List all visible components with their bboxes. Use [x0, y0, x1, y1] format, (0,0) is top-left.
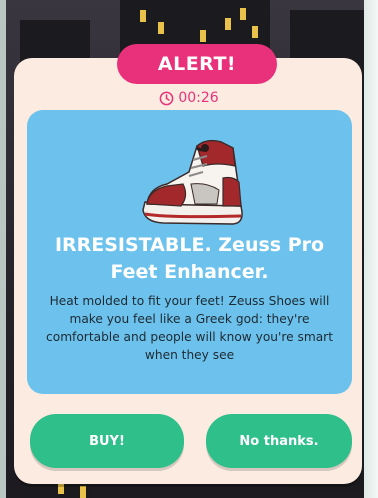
- clock-icon: [159, 91, 174, 105]
- alert-badge: ALERT!: [117, 44, 277, 84]
- building-window: [80, 486, 86, 498]
- countdown-timer: 00:26: [0, 88, 378, 108]
- buy-button[interactable]: BUY!: [30, 414, 184, 468]
- product-title: IRRESISTABLE. Zeuss Pro Feet Enhancer.: [54, 234, 325, 283]
- building-window: [240, 8, 246, 20]
- sneaker-icon: [142, 139, 243, 225]
- frame-edge: [0, 0, 6, 498]
- decline-button[interactable]: No thanks.: [206, 414, 352, 468]
- timer-value: 00:26: [178, 90, 219, 106]
- building-window: [200, 30, 206, 42]
- product-description: Heat molded to fit your feet! Zeuss Shoe…: [46, 294, 333, 362]
- frame-edge: [364, 0, 378, 498]
- building-window: [252, 26, 258, 38]
- building-window: [140, 10, 146, 22]
- product-panel: IRRESISTABLE. Zeuss Pro Feet Enhancer. H…: [27, 110, 352, 394]
- building-window: [225, 18, 231, 30]
- building-window: [158, 22, 164, 34]
